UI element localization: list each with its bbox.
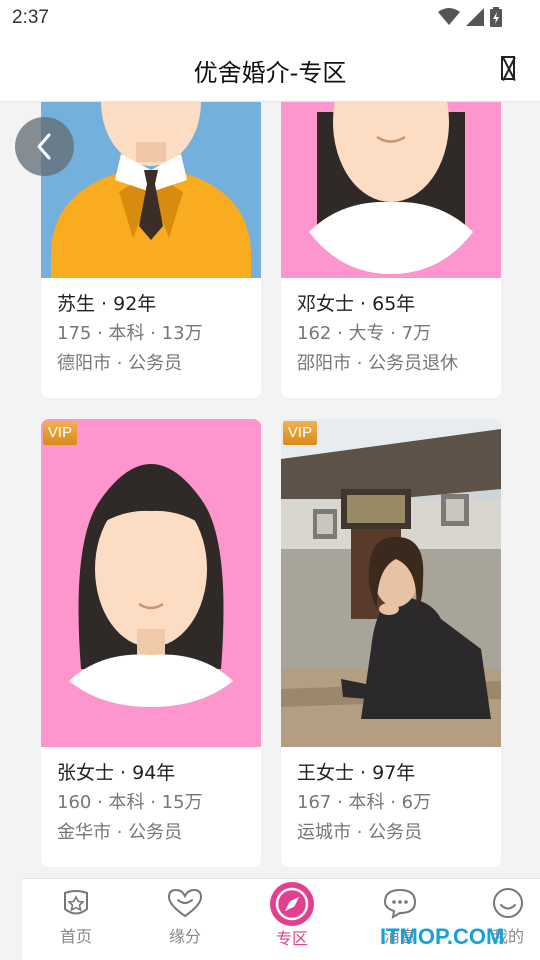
vip-badge: VIP [43,421,77,445]
back-button[interactable] [15,117,74,176]
profile-info: 邓女士 · 65年 162 · 大专 · 7万 邵阳市 · 公务员退休 [281,289,501,379]
tab-label: 缘分 [168,927,201,946]
watermark: ITMOP.COM [380,924,505,949]
profile-location: 德阳市 · 公务员 [57,353,183,374]
profile-details: 175 · 本科 · 13万 [57,323,203,344]
vip-badge: VIP [283,421,317,445]
status-icons [438,7,502,27]
profile-info: 张女士 · 94年 160 · 本科 · 15万 金华市 · 公务员 [41,758,261,848]
tab-zone[interactable]: 专区 [262,882,322,949]
tab-label: 首页 [59,927,92,946]
heart-icon [167,888,203,918]
wifi-icon [438,8,460,25]
profile-name: 王女士 · 97年 [297,762,416,784]
battery-icon [490,7,502,27]
profile-photo: VIP [41,419,261,747]
chevron-left-icon [37,133,51,160]
profile-name: 苏生 · 92年 [57,293,157,315]
tab-fate[interactable]: 缘分 [155,887,215,947]
profile-name: 张女士 · 94年 [57,762,176,784]
user-photo [281,419,501,747]
page-title: 优舍婚介-专区 [193,59,347,87]
status-time: 2:37 [12,7,49,28]
profile-photo: VIP [281,419,501,747]
status-bar: 2:37 [0,0,540,36]
tab-label: 专区 [275,929,308,948]
profile-location: 邵阳市 · 公务员退休 [297,353,459,374]
signal-icon [466,8,484,26]
menu-icon[interactable] [501,56,515,80]
chat-icon [383,888,417,919]
profile-photo [281,102,501,278]
home-star-icon [64,890,88,915]
profile-list[interactable]: 苏生 · 92年 175 · 本科 · 13万 德阳市 · 公务员 邓女士 · … [0,102,540,878]
profile-photo [41,102,261,278]
profile-location: 运城市 · 公务员 [297,822,423,843]
profile-details: 162 · 大专 · 7万 [297,323,432,344]
female-avatar-icon [281,102,501,278]
profile-details: 160 · 本科 · 15万 [57,792,203,813]
female-avatar-icon [41,419,261,747]
profile-name: 邓女士 · 65年 [297,293,416,315]
male-avatar-icon [41,102,261,278]
profile-card[interactable]: VIP 张女士 · 94年 160 · 本科 · 15万 金华市 · 公务员 [41,419,261,867]
profile-info: 王女士 · 97年 167 · 本科 · 6万 运城市 · 公务员 [281,758,501,848]
profile-card[interactable]: 苏生 · 92年 175 · 本科 · 13万 德阳市 · 公务员 [41,102,261,398]
profile-location: 金华市 · 公务员 [57,822,183,843]
title-bar: 优舍婚介-专区 [0,36,540,102]
profile-card[interactable]: 邓女士 · 65年 162 · 大专 · 7万 邵阳市 · 公务员退休 [281,102,501,398]
profile-info: 苏生 · 92年 175 · 本科 · 13万 德阳市 · 公务员 [41,289,261,379]
profile-card[interactable]: VIP 王女士 · 97年 167 · 本科 · 6万 运城市 · 公务员 [281,419,501,867]
profile-details: 167 · 本科 · 6万 [297,792,432,813]
compass-icon [270,882,314,926]
tab-home[interactable]: 首页 [46,887,106,947]
smiley-icon [493,888,523,918]
